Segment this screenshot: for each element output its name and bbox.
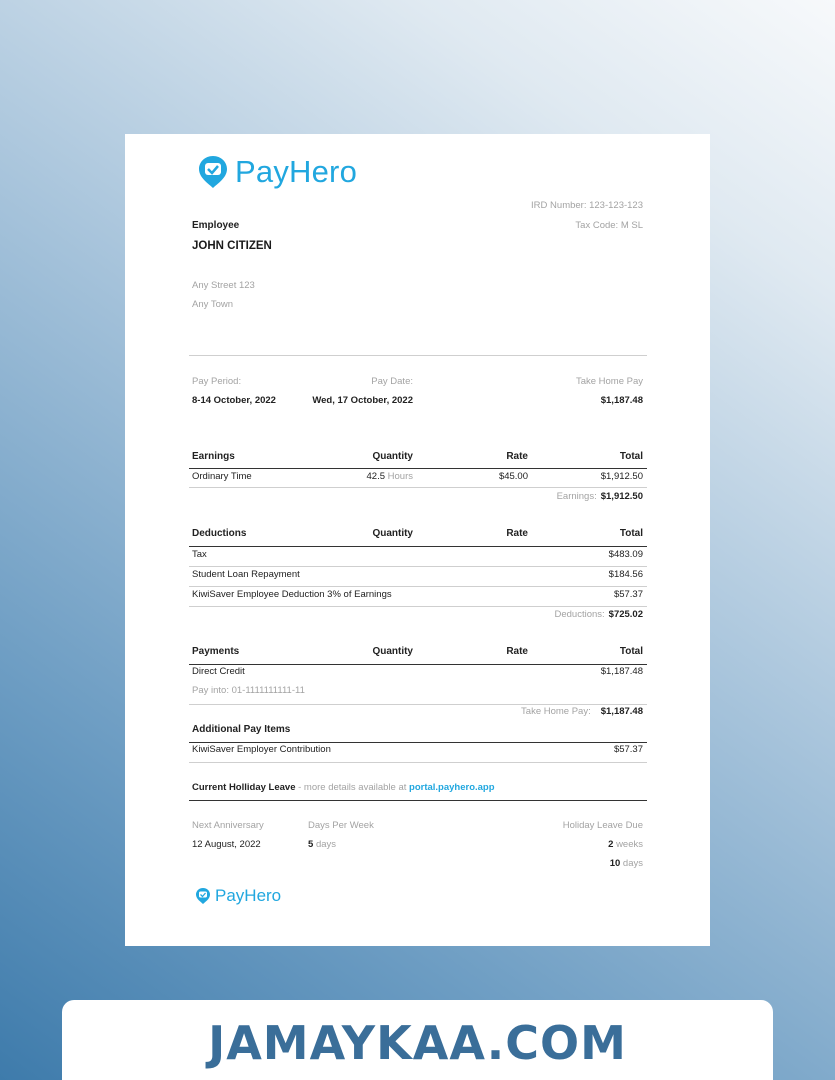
leave-due-weeks: 2 weeks: [608, 839, 643, 850]
table-row: Direct Credit $1,187.48: [192, 666, 643, 680]
earnings-desc: Ordinary Time: [192, 471, 252, 482]
payhero-logo-icon: [199, 156, 227, 188]
days-per-week-value: 5 days: [308, 839, 336, 850]
deductions-col-desc: Deductions: [192, 528, 247, 539]
deductions-col-total: Total: [619, 528, 643, 539]
table-row: Student Loan Repayment $184.56: [192, 569, 643, 583]
deductions-subtotal-value: $725.02: [608, 609, 643, 620]
earnings-col-desc: Earnings: [192, 451, 235, 462]
deduction-total: $184.56: [608, 569, 643, 580]
earnings-total: $1,912.50: [600, 471, 643, 482]
payments-header: Payments Quantity Rate Total: [192, 646, 643, 660]
deduction-desc: Student Loan Repayment: [192, 569, 300, 580]
divider: [189, 800, 647, 802]
payhero-logo: PayHero: [197, 152, 357, 192]
divider: [189, 664, 647, 666]
payments-col-quantity: Quantity: [372, 646, 413, 657]
earnings-header: Earnings Quantity Rate Total: [192, 451, 643, 465]
leave-weeks-number: 2: [608, 839, 614, 850]
tax-code: Tax Code: M SL: [575, 220, 643, 231]
deduction-total: $57.37: [613, 589, 643, 600]
earnings-qty-value: 42.5: [366, 471, 386, 482]
earnings-qty: 42.5 Hours: [367, 471, 413, 482]
divider: [189, 546, 647, 548]
days-per-week-number: 5: [308, 839, 314, 850]
ird-number: IRD Number: 123-123-123: [531, 200, 643, 211]
table-row: Tax $483.09: [192, 549, 643, 563]
divider: [189, 606, 647, 607]
brand-name: PayHero: [235, 154, 358, 189]
additional-total: $57.37: [613, 744, 643, 755]
earnings-qty-unit: Hours: [387, 471, 413, 482]
address-line2: Any Town: [192, 299, 234, 310]
divider: [189, 566, 647, 567]
days-unit: days: [315, 839, 337, 850]
table-row: KiwiSaver Employee Deduction 3% of Earni…: [192, 589, 643, 603]
leave-due-label: Holiday Leave Due: [562, 820, 643, 831]
footer-brand-name: PayHero: [215, 886, 282, 905]
holiday-heading: Current Holliday Leave - more details av…: [192, 782, 495, 793]
payments-subtotal-value: $1,187.48: [600, 706, 643, 717]
earnings-col-total: Total: [619, 451, 643, 462]
weeks-unit: weeks: [616, 839, 643, 850]
payment-account: Pay into: 01-1111111111-11: [192, 685, 305, 696]
leave-days-unit: days: [622, 858, 643, 869]
deduction-desc: KiwiSaver Employee Deduction 3% of Earni…: [192, 589, 392, 600]
payslip-document: PayHero IRD Number: 123-123-123 Tax Code…: [125, 134, 710, 946]
leave-due-days: 10 days: [610, 858, 643, 869]
additional-title: Additional Pay Items: [192, 724, 291, 735]
pay-date-value: Wed, 17 October, 2022: [312, 395, 413, 406]
payments-col-total: Total: [619, 646, 643, 657]
earnings-col-rate: Rate: [506, 451, 528, 462]
divider: [189, 762, 647, 763]
deduction-total: $483.09: [608, 549, 643, 560]
payments-subtotal-label: Take Home Pay:: [521, 706, 591, 717]
table-row: Ordinary Time 42.5 Hours $45.00 $1,912.5…: [192, 471, 643, 485]
watermark-banner: JAMAYKAA.COM: [62, 1000, 773, 1080]
holiday-note: - more details available at: [298, 782, 407, 793]
payhero-footer-logo: PayHero: [195, 886, 281, 906]
employee-name: JOHN CITIZEN: [192, 240, 272, 252]
next-anniversary-value: 12 August, 2022: [192, 839, 261, 850]
portal-link[interactable]: portal.payhero.app: [409, 782, 495, 793]
divider: [189, 355, 647, 356]
deduction-desc: Tax: [192, 549, 207, 560]
table-row: KiwiSaver Employer Contribution $57.37: [192, 744, 643, 758]
address-line1: Any Street 123: [192, 280, 255, 291]
payments-col-desc: Payments: [192, 646, 240, 657]
earnings-col-quantity: Quantity: [372, 451, 413, 462]
divider: [189, 487, 647, 488]
payment-total: $1,187.48: [600, 666, 643, 677]
divider: [189, 586, 647, 587]
divider: [189, 742, 647, 744]
deductions-col-quantity: Quantity: [372, 528, 413, 539]
watermark-text: JAMAYKAA.COM: [208, 1016, 627, 1070]
payhero-logo-icon: [196, 888, 210, 904]
pay-date-label: Pay Date:: [371, 376, 413, 387]
take-home-value: $1,187.48: [600, 395, 643, 406]
deductions-subtotal: Deductions: $725.02: [554, 609, 643, 620]
earnings-rate: $45.00: [498, 471, 528, 482]
employee-label: Employee: [192, 220, 240, 231]
leave-days-number: 10: [609, 858, 621, 869]
payments-col-rate: Rate: [506, 646, 528, 657]
deductions-col-rate: Rate: [506, 528, 528, 539]
pay-period-label: Pay Period:: [192, 376, 242, 387]
next-anniversary-label: Next Anniversary: [192, 820, 264, 831]
divider: [189, 468, 647, 470]
take-home-label: Take Home Pay: [575, 376, 643, 387]
divider: [189, 704, 647, 705]
earnings-subtotal-value: $1,912.50: [600, 491, 643, 502]
days-per-week-label: Days Per Week: [308, 820, 374, 831]
earnings-subtotal: Earnings: $1,912.50: [557, 491, 643, 502]
earnings-subtotal-label: Earnings:: [556, 491, 597, 502]
additional-desc: KiwiSaver Employer Contribution: [192, 744, 331, 755]
deductions-subtotal-label: Deductions:: [554, 609, 605, 620]
deductions-header: Deductions Quantity Rate Total: [192, 528, 643, 542]
pay-period-value: 8-14 October, 2022: [192, 395, 276, 406]
payment-desc: Direct Credit: [192, 666, 245, 677]
payments-subtotal: Take Home Pay: $1,187.48: [521, 706, 643, 717]
holiday-title: Current Holliday Leave: [192, 782, 296, 793]
